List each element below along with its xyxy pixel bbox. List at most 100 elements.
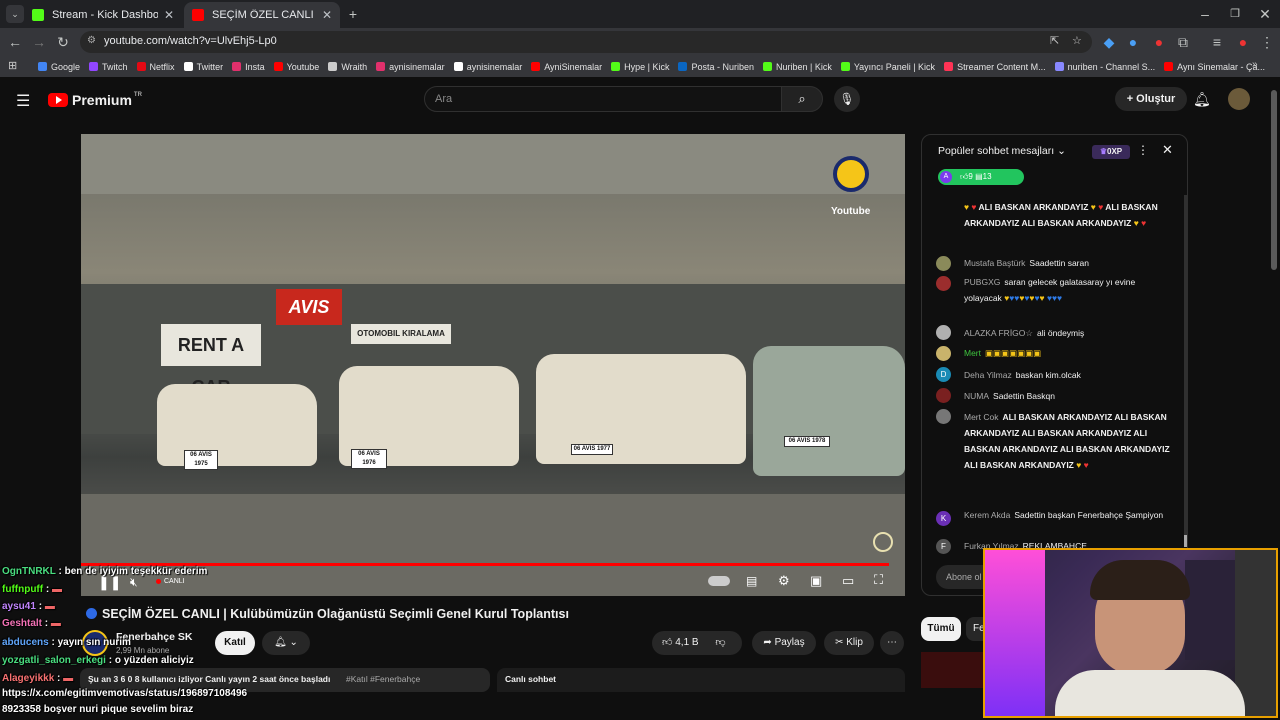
search-button[interactable]: ⌕: [781, 86, 823, 112]
chat-mode-dropdown[interactable]: Popüler sohbet mesajları ⌄: [938, 145, 1066, 157]
bookmark-item[interactable]: Streamer Content M...: [944, 62, 1046, 72]
message-author[interactable]: ALAZKA FRİGO☆: [964, 328, 1033, 338]
page-scrollbar[interactable]: [1271, 90, 1277, 270]
avatar: F: [936, 539, 951, 554]
miniplayer-icon[interactable]: ▣: [810, 573, 822, 589]
video-player[interactable]: RENT A CAR AVIS OTOMOBIL KIRALAMA 06 AVI…: [81, 134, 905, 596]
streamer-shirt: [1055, 670, 1245, 716]
install-icon[interactable]: ⇱: [1050, 34, 1059, 47]
bookmark-item[interactable]: aynisinemalar: [376, 62, 445, 72]
bookmark-item[interactable]: aynisinemalar: [453, 62, 522, 72]
live-badge[interactable]: CANLI: [156, 578, 185, 585]
window-close-button[interactable]: ✕: [1256, 5, 1274, 23]
bookmark-item[interactable]: Hype | Kick: [611, 62, 669, 72]
profile-icon[interactable]: ●: [1234, 33, 1252, 51]
bookmark-item[interactable]: Wraith: [328, 62, 367, 72]
create-button[interactable]: + Oluştur: [1115, 87, 1187, 111]
like-button[interactable]: 👍︎ 4,1 B 👎︎: [652, 631, 742, 655]
filter-all[interactable]: Tümü: [921, 617, 961, 641]
overlay-chat-message: abducens : yayın sın nurim: [2, 637, 131, 648]
fullscreen-icon[interactable]: ⛶: [874, 572, 883, 588]
notifications-bell-icon[interactable]: 🔔︎: [1193, 91, 1211, 108]
menu-icon[interactable]: ⋮: [1258, 33, 1276, 51]
poll-reactions-bar[interactable]: A 👍︎9 ▤13: [938, 169, 1024, 185]
message-author[interactable]: NUMA: [964, 391, 989, 401]
bookmark-item[interactable]: Google: [38, 62, 80, 72]
tab-search-button[interactable]: ⌄: [6, 5, 24, 23]
new-tab-button[interactable]: +: [344, 5, 362, 23]
close-icon[interactable]: ✕: [164, 8, 174, 22]
message-author[interactable]: Mert: [964, 348, 981, 358]
message-text: ali öndeymiş: [1037, 328, 1085, 338]
message-author[interactable]: Mustafa Baştürk: [964, 258, 1025, 268]
media-icon[interactable]: ≡: [1208, 33, 1226, 51]
youtube-logo[interactable]: Premium TR: [48, 92, 142, 108]
address-bar[interactable]: ⚙ youtube.com/watch?v=UlvEhj5-Lp0 ⇱ ☆: [80, 31, 1092, 53]
bookmark-item[interactable]: Aynı Sinemalar - Ça...: [1164, 62, 1265, 72]
overlay-chat-user: yozgatli_salon_erkegi: [2, 655, 106, 666]
chat-scrollbar-thumb[interactable]: [1184, 535, 1187, 547]
thumbs-down-icon[interactable]: 👎︎: [715, 637, 725, 648]
bookmark-item[interactable]: Netflix: [136, 62, 175, 72]
search-box[interactable]: Ara: [424, 86, 782, 112]
extension-icon[interactable]: ◆: [1100, 33, 1118, 51]
message-author[interactable]: Mert Cok: [964, 412, 998, 422]
share-button[interactable]: ➦ Paylaş: [752, 631, 816, 655]
bookmark-item[interactable]: Posta - Nuriben: [678, 62, 754, 72]
extension-icon[interactable]: ●: [1124, 33, 1142, 51]
bookmark-item[interactable]: Twitter: [183, 62, 223, 72]
chat-scrollbar[interactable]: [1184, 195, 1187, 545]
more-actions-button[interactable]: ⋯: [880, 631, 904, 655]
voice-search-button[interactable]: 🎙︎: [834, 86, 860, 112]
apps-grid-icon[interactable]: ⊞: [8, 59, 17, 72]
recommended-thumbnail[interactable]: [921, 652, 983, 688]
message-author[interactable]: Deha Yilmaz: [964, 370, 1012, 380]
bookmark-item[interactable]: Insta: [232, 62, 265, 72]
chat-message: Mert ▣▣▣▣▣▣▣: [964, 345, 1174, 361]
overlay-chat-text: https://x.com/egitimvemotivas/status/196…: [2, 688, 248, 699]
message-author[interactable]: PUBGXG: [964, 277, 1000, 287]
theater-mode-icon[interactable]: ▭: [842, 573, 854, 589]
live-chat-replay-bar[interactable]: Canlı sohbet: [497, 668, 905, 692]
bookmark-label: AyniSinemalar: [544, 61, 603, 72]
close-icon[interactable]: ✕: [1162, 142, 1173, 158]
bookmark-item[interactable]: Yayıncı Paneli | Kick: [840, 62, 935, 72]
message-author[interactable]: Kerem Akda: [964, 510, 1010, 520]
clip-button[interactable]: ✂ Klip: [824, 631, 874, 655]
extensions-puzzle-icon[interactable]: ⧉: [1174, 33, 1192, 51]
bookmark-item[interactable]: nuriben - Channel S...: [1054, 62, 1155, 72]
xp-badge[interactable]: ♛0XP: [1092, 145, 1130, 159]
more-bookmarks-icon[interactable]: »: [1252, 59, 1258, 70]
reload-button[interactable]: ↻: [54, 33, 72, 51]
settings-gear-icon[interactable]: ⚙: [778, 573, 790, 589]
chat-header-label: Popüler sohbet mesajları: [938, 145, 1055, 157]
back-button[interactable]: ←: [6, 33, 24, 51]
bookmark-item[interactable]: AyniSinemalar: [531, 62, 602, 72]
minimize-button[interactable]: –: [1196, 5, 1214, 23]
tab-kick-dashboard[interactable]: Stream - Kick Dashboard ✕: [24, 2, 182, 28]
hashtags[interactable]: #Katıl #Fenerbahçe: [346, 674, 420, 684]
tab-youtube-video[interactable]: SEÇİM ÖZEL CANLI | Kulübü ✕: [184, 2, 340, 28]
bookmark-item[interactable]: Youtube: [273, 62, 319, 72]
maximize-button[interactable]: ❐: [1226, 5, 1244, 23]
notifications-button[interactable]: 🔔︎ ⌄: [262, 631, 310, 655]
live-label: CANLI: [164, 578, 185, 585]
close-icon[interactable]: ✕: [322, 8, 332, 22]
bookmark-star-icon[interactable]: ☆: [1072, 34, 1082, 47]
live-dot-icon: [156, 579, 161, 584]
join-button[interactable]: Katıl: [215, 631, 255, 655]
forward-button[interactable]: →: [30, 33, 48, 51]
more-options-icon[interactable]: ⋮: [1137, 143, 1149, 157]
bookmark-item[interactable]: Nuriben | Kick: [762, 62, 832, 72]
subtitles-icon[interactable]: ▤: [746, 574, 757, 588]
site-info-icon[interactable]: ⚙: [87, 35, 96, 46]
avatar: [936, 325, 951, 340]
like-count: 4,1 B: [675, 637, 699, 648]
hamburger-menu-icon[interactable]: ☰: [16, 91, 30, 111]
bookmark-favicon-icon: [944, 62, 954, 71]
avatar[interactable]: [1228, 88, 1250, 110]
extension-icon[interactable]: ●: [1150, 33, 1168, 51]
bookmark-item[interactable]: Twitch: [89, 62, 128, 72]
volume-icon[interactable]: 🔇︎: [130, 575, 138, 590]
autoplay-toggle[interactable]: [708, 576, 730, 586]
